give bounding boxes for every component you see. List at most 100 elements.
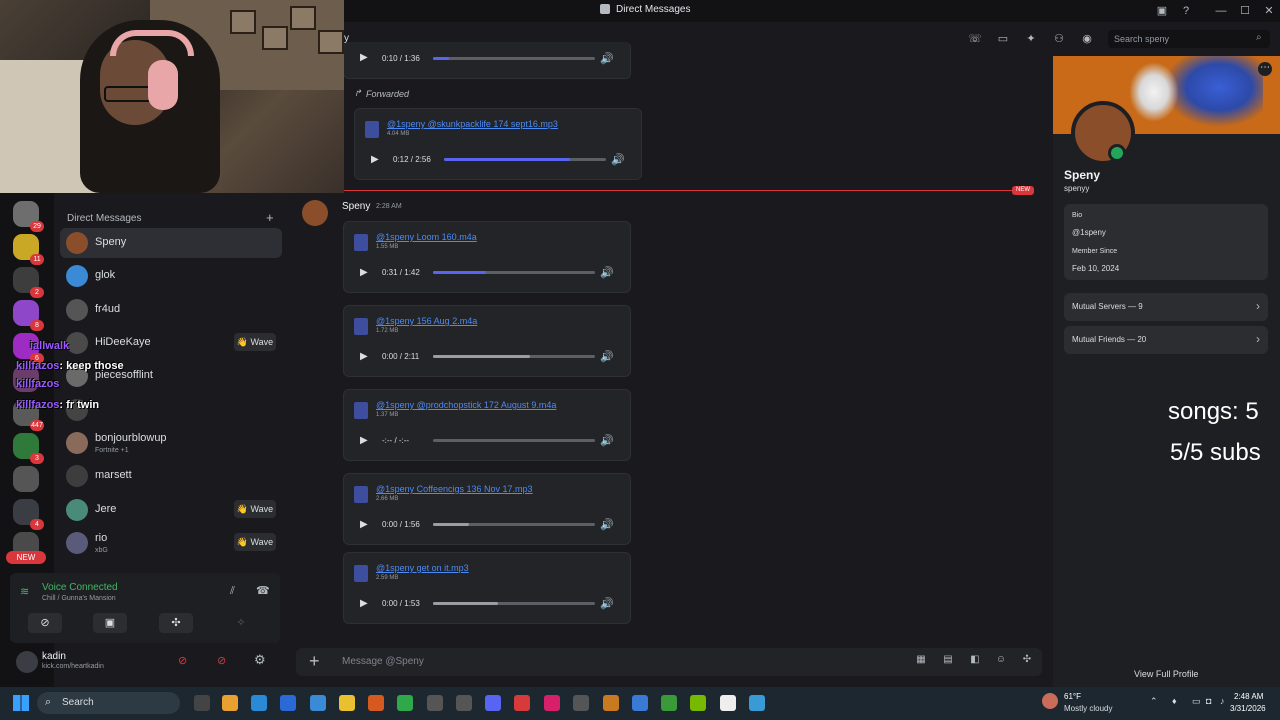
- file-name[interactable]: @1speny Coffeencigs 136 Nov 17.mp3: [376, 484, 533, 494]
- disconnect-icon[interactable]: ☎: [256, 584, 270, 597]
- mic-tray-icon[interactable]: ♦: [1172, 696, 1177, 706]
- call-icon[interactable]: ☏: [968, 32, 982, 46]
- play-icon[interactable]: ▶: [360, 598, 368, 609]
- sticker-icon[interactable]: ◧: [968, 654, 982, 668]
- screenshare-button[interactable]: ▣: [93, 613, 127, 633]
- app-icon[interactable]: [427, 695, 443, 711]
- edge-icon[interactable]: [251, 695, 267, 711]
- file-name[interactable]: @1speny @prodchopstick 172 August 9.m4a: [376, 400, 556, 410]
- app-icon[interactable]: [456, 695, 472, 711]
- user-name[interactable]: kadin: [42, 651, 66, 662]
- wave-button[interactable]: 👋 Wave: [234, 500, 276, 518]
- dm-item[interactable]: marsett: [60, 461, 282, 491]
- author-name[interactable]: Speny: [342, 201, 370, 212]
- view-full-profile-link[interactable]: View Full Profile: [1134, 669, 1198, 679]
- volume-icon[interactable]: 🔊: [600, 266, 614, 279]
- dm-item[interactable]: rio xbG 👋 Wave: [60, 528, 282, 558]
- camera-toggle-button[interactable]: ⊘: [28, 613, 62, 633]
- dm-header[interactable]: Direct Messages: [67, 213, 141, 224]
- add-friend-icon[interactable]: ⚇: [1052, 32, 1066, 46]
- obs-icon[interactable]: [573, 695, 589, 711]
- voice-channel[interactable]: Chill / Gunna's Mansion: [42, 595, 116, 602]
- app-icon[interactable]: [222, 695, 238, 711]
- display-tray-icon[interactable]: ▭: [1192, 696, 1201, 707]
- inbox-icon[interactable]: ▣: [1155, 4, 1169, 18]
- file-name[interactable]: @1speny @skunkpacklife 174 sept16.mp3: [387, 119, 558, 129]
- audio-progress[interactable]: [433, 523, 595, 526]
- wave-button[interactable]: 👋 Wave: [234, 333, 276, 351]
- server-icon[interactable]: 3: [13, 433, 44, 464]
- audio-progress[interactable]: [433, 57, 595, 60]
- noise-suppression-icon[interactable]: ⫽: [230, 585, 235, 598]
- user-avatar[interactable]: [16, 651, 38, 673]
- network-tray-icon[interactable]: ◘: [1206, 696, 1211, 706]
- dm-item[interactable]: glok: [60, 261, 282, 291]
- dm-item[interactable]: Jere 👋 Wave: [60, 495, 282, 525]
- app-icon[interactable]: [661, 695, 677, 711]
- tray-chevron-icon[interactable]: ⌃: [1150, 696, 1158, 707]
- audio-progress[interactable]: [444, 158, 606, 161]
- dm-item[interactable]: Speny: [60, 228, 282, 258]
- play-icon[interactable]: ▶: [360, 267, 368, 278]
- minimize-icon[interactable]: —: [1214, 4, 1228, 18]
- play-icon[interactable]: ▶: [360, 351, 368, 362]
- office-icon[interactable]: [368, 695, 384, 711]
- maximize-icon[interactable]: ☐: [1238, 4, 1252, 18]
- audio-progress[interactable]: [433, 271, 595, 274]
- server-icon[interactable]: 2: [13, 267, 44, 298]
- play-icon[interactable]: ▶: [360, 52, 368, 63]
- audio-progress[interactable]: [433, 439, 595, 442]
- tiktok-icon[interactable]: [544, 695, 560, 711]
- author-avatar[interactable]: [302, 200, 328, 226]
- mutual-friends-row[interactable]: Mutual Friends — 20 ›: [1064, 326, 1268, 354]
- play-icon[interactable]: ▶: [360, 435, 368, 446]
- file-name[interactable]: @1speny Loom 160.m4a: [376, 232, 477, 242]
- audio-progress[interactable]: [433, 355, 595, 358]
- create-dm-icon[interactable]: +: [266, 210, 274, 225]
- emoji-icon[interactable]: ☺: [994, 654, 1008, 668]
- volume-icon[interactable]: 🔊: [600, 518, 614, 531]
- server-icon[interactable]: 29: [13, 201, 44, 232]
- xbox-icon[interactable]: [397, 695, 413, 711]
- dm-item[interactable]: bonjourblowup Fortnite +1: [60, 428, 282, 458]
- server-icon[interactable]: 11: [13, 234, 44, 265]
- outlook-icon[interactable]: [280, 695, 296, 711]
- brave-icon[interactable]: [514, 695, 530, 711]
- wave-button[interactable]: 👋 Wave: [234, 533, 276, 551]
- dm-item[interactable]: fr4ud: [60, 295, 282, 325]
- gif-icon[interactable]: ▤: [941, 654, 955, 668]
- help-icon[interactable]: ?: [1179, 4, 1193, 18]
- volume-icon[interactable]: 🔊: [600, 597, 614, 610]
- apps-icon[interactable]: ✣: [1020, 654, 1034, 668]
- audio-progress[interactable]: [433, 602, 595, 605]
- volume-icon[interactable]: 🔊: [600, 350, 614, 363]
- folder-icon[interactable]: [339, 695, 355, 711]
- weather-icon[interactable]: [1042, 693, 1058, 709]
- server-icon[interactable]: [13, 466, 39, 492]
- voice-status[interactable]: Voice Connected: [42, 582, 118, 593]
- deafen-icon[interactable]: ⊘: [217, 654, 226, 667]
- settings-gear-icon[interactable]: ⚙: [254, 652, 266, 668]
- search-box[interactable]: Search speny ⌕: [1108, 30, 1270, 48]
- task-view-icon[interactable]: [194, 695, 210, 711]
- files-icon[interactable]: [310, 695, 326, 711]
- play-icon[interactable]: ▶: [360, 519, 368, 530]
- notepad-icon[interactable]: [720, 695, 736, 711]
- taskbar-search[interactable]: ⌕ Search: [37, 692, 180, 714]
- browser-icon[interactable]: [603, 695, 619, 711]
- volume-tray-icon[interactable]: ♪: [1220, 696, 1225, 706]
- file-name[interactable]: @1speny get on it.mp3: [376, 563, 469, 573]
- activities-button[interactable]: ✣: [159, 613, 193, 633]
- dm-item[interactable]: HiDeeKaye 👋 Wave: [60, 328, 282, 358]
- server-icon[interactable]: 8: [13, 300, 44, 331]
- add-attachment-icon[interactable]: +: [309, 651, 320, 672]
- more-options-icon[interactable]: ⋯: [1258, 62, 1272, 76]
- gift-icon[interactable]: ▦: [914, 654, 928, 668]
- volume-icon[interactable]: 🔊: [600, 434, 614, 447]
- profile-toggle-icon[interactable]: ◉: [1080, 32, 1094, 46]
- server-icon[interactable]: 4: [13, 499, 44, 530]
- close-icon[interactable]: ✕: [1262, 4, 1276, 18]
- discord-icon[interactable]: [485, 695, 501, 711]
- file-name[interactable]: @1speny 156 Aug 2.m4a: [376, 316, 477, 326]
- start-icon[interactable]: [13, 695, 29, 711]
